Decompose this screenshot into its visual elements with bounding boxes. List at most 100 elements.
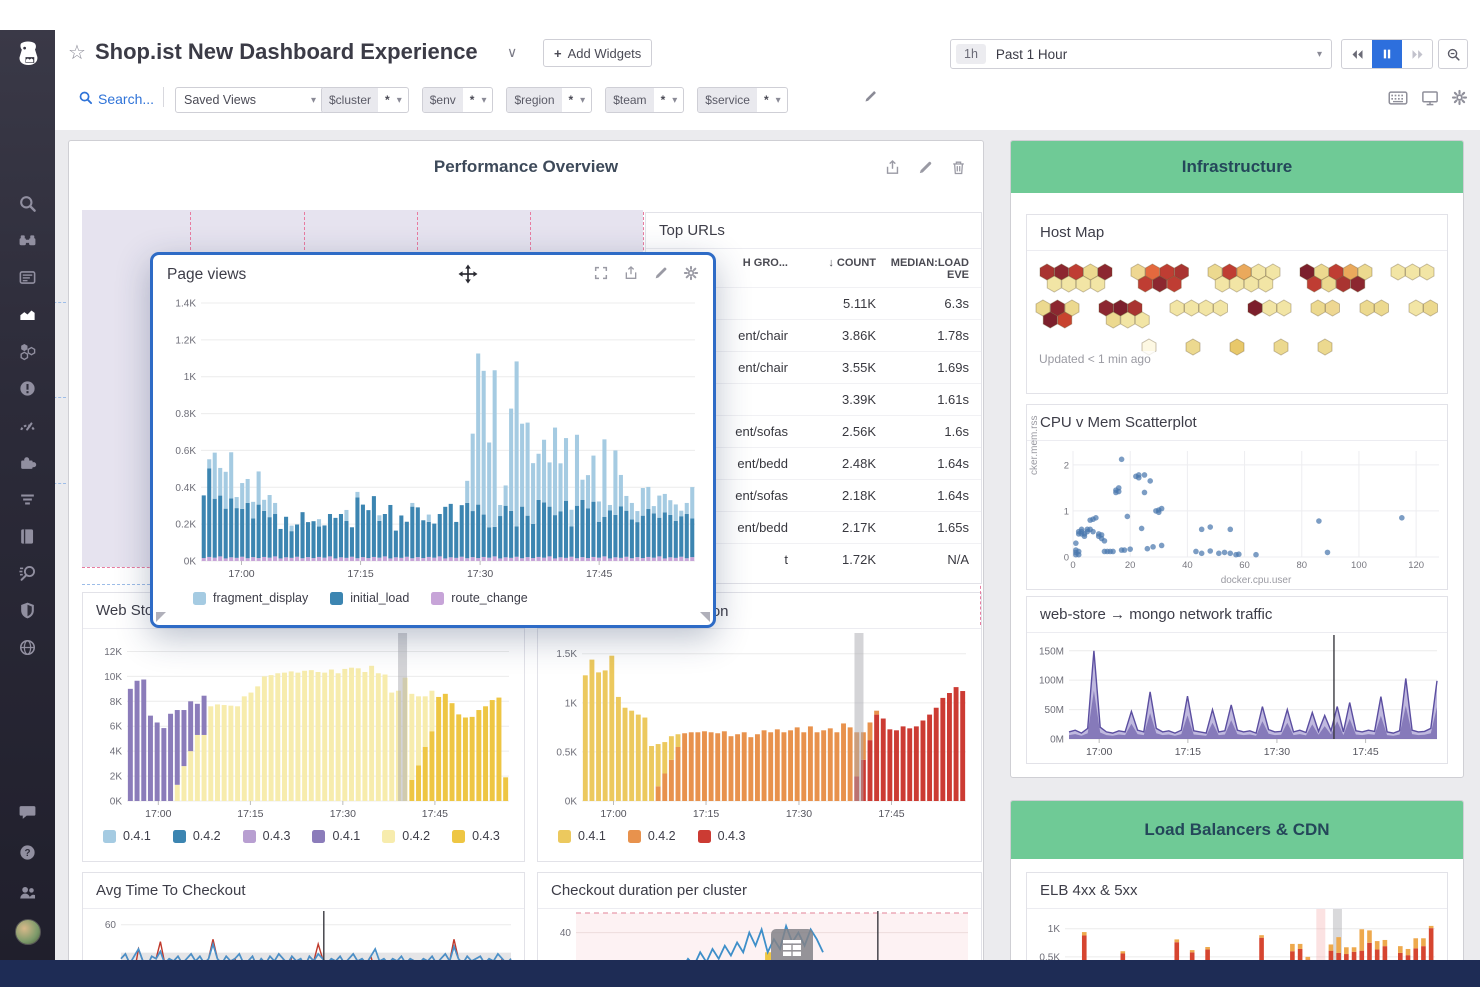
legend-item[interactable]: 0.4.3: [243, 829, 291, 843]
legend-label: 0.4.2: [193, 829, 221, 843]
legend-item[interactable]: fragment_display: [193, 591, 308, 605]
edit-variables-pencil-icon[interactable]: [863, 89, 878, 109]
legend-label: 0.4.2: [402, 829, 430, 843]
mongo-chart[interactable]: 0M50M100M150M17:0017:1517:3017:45: [1031, 635, 1443, 759]
resize-handle[interactable]: [700, 612, 710, 622]
legend-item[interactable]: 0.4.1: [312, 829, 360, 843]
favorite-star-icon[interactable]: ☆: [68, 40, 86, 65]
trash-icon[interactable]: [950, 159, 967, 181]
legend-item[interactable]: 0.4.1: [103, 829, 151, 843]
sidebar-item-logs[interactable]: [0, 518, 55, 555]
settings-gear-icon[interactable]: [1451, 89, 1468, 111]
template-variable-team[interactable]: $team*▾: [605, 87, 684, 113]
legend-item[interactable]: 0.4.2: [382, 829, 430, 843]
svg-text:17:00: 17:00: [600, 808, 626, 820]
edit-pencil-icon[interactable]: [917, 159, 934, 181]
sidebar-item-metrics[interactable]: [0, 407, 55, 444]
share-icon[interactable]: [623, 265, 639, 286]
grid-icon: [782, 939, 802, 957]
sidebar-item-watchdog[interactable]: [0, 222, 55, 259]
svg-text:1: 1: [1064, 506, 1069, 517]
template-variable-env[interactable]: $env*▾: [422, 87, 494, 113]
host-hexagon-cluster[interactable]: [1246, 299, 1294, 319]
title-caret-icon[interactable]: ∨: [507, 44, 517, 61]
saved-views-select[interactable]: Saved Views ▾: [175, 87, 325, 113]
datadog-logo[interactable]: [0, 30, 55, 78]
legend-item[interactable]: initial_load: [330, 591, 409, 605]
sidebar-item-infrastructure[interactable]: [0, 333, 55, 370]
svg-text:0K: 0K: [565, 797, 578, 808]
variable-value: *: [463, 93, 482, 107]
svg-text:80: 80: [1296, 560, 1307, 571]
tv-mode-icon[interactable]: [1421, 89, 1439, 112]
conversion-chart[interactable]: 0K0.5K1K1.5K17:0017:1517:3017:45: [542, 633, 976, 821]
template-variable-cluster[interactable]: $cluster*▾: [321, 87, 409, 113]
host-hexagon[interactable]: [1271, 337, 1291, 357]
sidebar-item-apm[interactable]: [0, 481, 55, 518]
col-median[interactable]: MEDIAN:LOAD EVE: [876, 257, 969, 281]
svg-text:?: ?: [24, 847, 30, 858]
host-hexagon[interactable]: [1315, 337, 1335, 357]
sidebar-item-help[interactable]: ?: [0, 832, 55, 872]
sidebar-item-search[interactable]: [0, 185, 55, 222]
sidebar-item-events[interactable]: [0, 259, 55, 296]
share-icon[interactable]: [884, 159, 901, 181]
host-hexagon-cluster[interactable]: [1038, 263, 1115, 293]
host-hexagon-cluster[interactable]: [1129, 263, 1191, 293]
legend-item[interactable]: 0.4.2: [628, 829, 676, 843]
fullscreen-icon[interactable]: [593, 265, 609, 286]
host-hexagon-cluster[interactable]: [1389, 263, 1437, 283]
variable-caret-icon: ▾: [776, 95, 787, 106]
template-variable-region[interactable]: $region*▾: [506, 87, 592, 113]
sidebar-item-network[interactable]: [0, 629, 55, 666]
host-hexagon-cluster[interactable]: [1309, 299, 1342, 319]
sidebar-item-chat[interactable]: [0, 792, 55, 832]
legend-item[interactable]: route_change: [431, 591, 527, 605]
col-count[interactable]: ↓ COUNT: [788, 257, 876, 281]
zoom-out-button[interactable]: [1438, 39, 1468, 69]
legend-item[interactable]: 0.4.3: [698, 829, 746, 843]
widget-gear-icon[interactable]: [683, 265, 699, 286]
add-widgets-button[interactable]: + Add Widgets: [543, 39, 652, 67]
host-map-hexagons[interactable]: [1027, 251, 1447, 391]
pause-button[interactable]: [1372, 40, 1402, 68]
host-hexagon[interactable]: [1227, 337, 1247, 357]
host-hexagon[interactable]: [1183, 337, 1203, 357]
resize-handle[interactable]: [156, 612, 166, 622]
scatter-chart[interactable]: 020406080100120012docker.cpu.user: [1047, 443, 1443, 585]
host-hexagon-cluster[interactable]: [1358, 299, 1391, 319]
time-range-selector[interactable]: 1h Past 1 Hour ▾: [950, 39, 1332, 69]
page-views-drag-overlay[interactable]: Page views 0K0.2K0.4K0.6K0.8K1K1.2K1.4K1…: [150, 252, 716, 628]
host-hexagon-cluster[interactable]: [1168, 299, 1230, 319]
host-hexagon-cluster[interactable]: [1298, 263, 1375, 293]
template-variable-service[interactable]: $service*▾: [697, 87, 787, 113]
cell-median: 1.69s: [876, 360, 969, 375]
integrations-icon: [18, 453, 37, 472]
rewind-button[interactable]: [1342, 40, 1372, 68]
host-hexagon-cluster[interactable]: [1097, 299, 1152, 329]
sidebar-item-monitors[interactable]: [0, 370, 55, 407]
avg-checkout-title: Avg Time To Checkout: [83, 873, 524, 909]
legend-swatch: [330, 592, 343, 605]
sidebar-item-users[interactable]: [0, 872, 55, 912]
legend-item[interactable]: 0.4.2: [173, 829, 221, 843]
sidebar-item-security[interactable]: [0, 592, 55, 629]
keyboard-shortcuts-icon[interactable]: [1388, 90, 1408, 111]
legend-item[interactable]: 0.4.3: [452, 829, 500, 843]
host-hexagon-cluster[interactable]: [1206, 263, 1283, 293]
legend-item[interactable]: 0.4.1: [558, 829, 606, 843]
search-icon[interactable]: [78, 90, 93, 110]
web-store-chart[interactable]: 0K2K4K6K8K10K12K17:0017:1517:3017:45: [87, 633, 519, 821]
host-hexagon-cluster[interactable]: [1407, 299, 1440, 319]
search-input[interactable]: Search...: [98, 91, 154, 107]
page-views-chart[interactable]: 0K0.2K0.4K0.6K0.8K1K1.2K1.4K17:0017:1517…: [155, 297, 705, 581]
sidebar-item-dashboards[interactable]: [0, 296, 55, 333]
svg-text:6K: 6K: [110, 722, 123, 733]
filters-toolbar: Search... Saved Views ▾ $cluster*▾ $env*▾…: [55, 82, 1480, 118]
sidebar-item-ci[interactable]: [0, 555, 55, 592]
sidebar-item-integrations[interactable]: [0, 444, 55, 481]
edit-pencil-icon[interactable]: [653, 265, 669, 286]
host-hexagon-cluster[interactable]: [1034, 299, 1082, 329]
sidebar-item-avatar[interactable]: [0, 912, 55, 952]
forward-button[interactable]: [1402, 40, 1432, 68]
